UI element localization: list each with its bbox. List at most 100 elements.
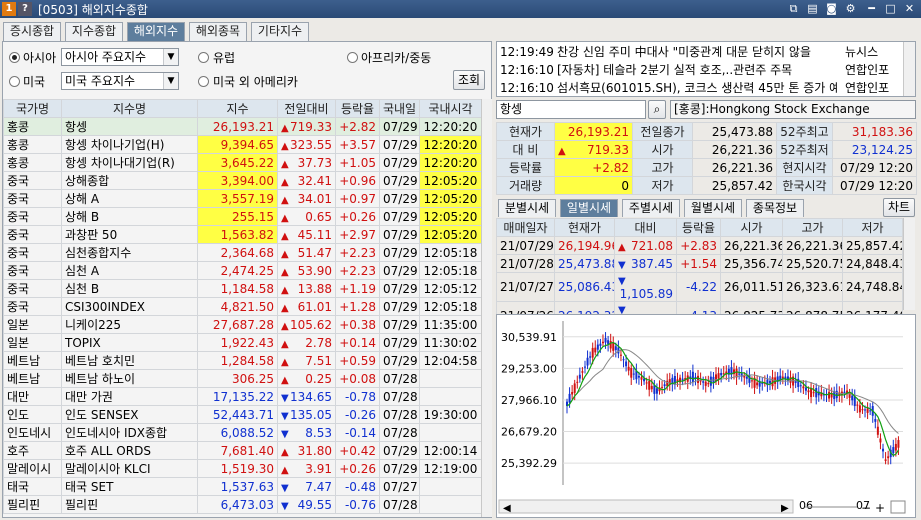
news-source: 연합인포 — [845, 63, 890, 77]
column-header[interactable]: 현재가 — [554, 218, 615, 237]
table-row[interactable]: 일본 TOPIX 1,922.43 ▲ 2.78 +0.14 07/29 11:30:02 — [3, 333, 482, 352]
table-row[interactable]: 대만 대만 가권 17,135.22 ▼ 134.65 -0.78 07/28 — [3, 387, 482, 406]
table-row[interactable]: 베트남 베트남 하노이 306.25 ▲ 0.25 +0.08 07/28 — [3, 369, 482, 388]
zoom-out-icon[interactable]: − — [861, 501, 871, 515]
table-row[interactable]: 호주 호주 ALL ORDS 7,681.40 ▲ 31.80 +0.42 07/29 12:… — [3, 441, 482, 460]
table-row[interactable]: 중국 상해종합 3,394.00 ▲ 32.41 +0.96 07/29 12:05:20 — [3, 171, 482, 190]
news-headline: [자동차] 테슬라 2분기 실적 호조,..관련주 주목 — [557, 63, 793, 77]
asia-combo[interactable]: 아시아 주요지수 ▼ — [61, 48, 179, 66]
table-row[interactable]: 인도네시 인도네시아 IDX종합 6,088.52 ▼ 8.53 -0.14 07/28 — [3, 423, 482, 442]
rate-cell: +3.57 — [335, 135, 380, 154]
table-row[interactable]: 인도 인도 SENSEX 52,443.71 ▼ 135.05 -0.26 07/28 19:… — [3, 405, 482, 424]
column-header[interactable]: 고가 — [782, 218, 843, 237]
asia-radio[interactable] — [9, 52, 20, 63]
table-row[interactable]: 중국 상해 B 255.15 ▲ 0.65 +0.26 07/29 12:05:20 — [3, 207, 482, 226]
country-cell: 호주 — [3, 441, 62, 460]
open-cell: 26,011.51 — [720, 272, 783, 302]
screenshot-icon[interactable]: ◙ — [824, 2, 839, 16]
chevron-down-icon[interactable]: ▼ — [163, 73, 178, 89]
americas-radio[interactable] — [198, 76, 209, 87]
close-icon[interactable]: ✕ — [902, 2, 917, 16]
chart-scrollbar[interactable] — [498, 499, 794, 514]
change-cell: ▼ 7.47 — [277, 477, 336, 496]
table-row[interactable]: 중국 상해 A 3,557.19 ▲ 34.01 +0.97 07/29 12:05:20 — [3, 189, 482, 208]
column-header[interactable]: 등락율 — [676, 218, 721, 237]
symbol-search-input[interactable]: 항셍 — [496, 100, 646, 119]
tab-daily[interactable]: 일별시세 — [560, 199, 618, 217]
table-row[interactable]: 필리핀 필리핀 6,473.03 ▼ 49.55 -0.76 07/28 — [3, 495, 482, 514]
table-row[interactable]: 중국 심천종합지수 2,364.68 ▲ 51.47 +2.23 07/29 12:05:18 — [3, 243, 482, 262]
tab-minute[interactable]: 분별시세 — [498, 199, 556, 217]
scroll-left-icon[interactable]: ◀ — [503, 503, 511, 514]
tab-index-summary[interactable]: 지수종합 — [65, 22, 123, 41]
column-header[interactable]: 지수명 — [61, 99, 198, 118]
country-cell: 일본 — [3, 315, 62, 334]
news-item[interactable]: 12:19:49 찬강 신임 주미 中대사 "미중관계 대문 닫히지 않을 뉴시스 — [497, 43, 903, 61]
tab-weekly[interactable]: 주별시세 — [622, 199, 680, 217]
minimize-icon[interactable]: ━ — [864, 2, 879, 16]
africa-radio[interactable] — [347, 52, 358, 63]
table-row[interactable]: 중국 심천 A 2,474.25 ▲ 53.90 +2.23 07/29 12:05:18 — [3, 261, 482, 280]
rate-cell: +0.42 — [335, 441, 380, 460]
us-combo[interactable]: 미국 주요지수 ▼ — [61, 72, 179, 90]
settings-icon[interactable]: ⚙ — [843, 2, 858, 16]
candle-body — [828, 391, 831, 399]
column-header[interactable]: 매매일자 — [496, 218, 555, 237]
tab-stock-info[interactable]: 종목정보 — [746, 199, 804, 217]
news-item[interactable]: 12:16:10 [자동차] 테슬라 2분기 실적 호조,..관련주 주목 연합인포 — [497, 61, 903, 79]
memo-icon[interactable]: ▤ — [805, 2, 820, 16]
column-header[interactable]: 저가 — [842, 218, 903, 237]
maximize-icon[interactable]: □ — [883, 2, 898, 16]
news-item[interactable]: 12:16:10 섬서흑묘(601015.SH), 코크스 생산력 45만 톤 증… — [497, 79, 903, 97]
tab-foreign-index[interactable]: 해외지수 — [127, 22, 185, 41]
us-radio[interactable] — [9, 76, 20, 87]
table-row[interactable]: 21/07/28 25,473.88 ▼ 387.45 +1.54 25,356.74 25… — [496, 254, 903, 273]
tab-market-summary[interactable]: 증시종합 — [3, 22, 61, 41]
tab-foreign-stock[interactable]: 해외종목 — [189, 22, 247, 41]
scroll-right-icon[interactable]: ▶ — [781, 503, 789, 514]
price-chart: 30,539.91 29,253.00 27,966.10 26,679.20 25,3… — [496, 314, 916, 518]
time-cell: 12:05:18 — [419, 297, 482, 316]
zoom-in-icon[interactable]: + — [875, 501, 885, 515]
change-value: 387.45 — [631, 256, 673, 271]
chevron-down-icon[interactable]: ▼ — [163, 49, 178, 65]
table-row[interactable]: 홍콩 항셍 26,193.21 ▲ 719.33 +2.82 07/29 12:20:20 — [3, 117, 482, 136]
column-header[interactable]: 국내시각 — [419, 99, 482, 118]
news-scrollbar[interactable] — [903, 42, 915, 96]
tab-monthly[interactable]: 월별시세 — [684, 199, 742, 217]
candle-body — [596, 344, 599, 350]
chart-button[interactable]: 차트 — [883, 198, 915, 217]
table-row[interactable]: 21/07/29 26,194.96 ▲ 721.08 +2.83 26,221.36 26… — [496, 236, 903, 255]
table-row[interactable]: 태국 태국 SET 1,537.63 ▼ 7.47 -0.48 07/27 — [3, 477, 482, 496]
column-header[interactable]: 국가명 — [3, 99, 62, 118]
time-cell: 12:20:20 — [419, 153, 482, 172]
search-icon[interactable]: ⌕ — [648, 100, 666, 119]
query-button[interactable]: 조회 — [453, 70, 485, 90]
exchange-label: [홍콩]:Hongkong Stock Exchange — [674, 102, 870, 116]
table-row[interactable]: 베트남 베트남 호치민 1,284.58 ▲ 7.51 +0.59 07/29 12:04:5… — [3, 351, 482, 370]
table-row[interactable]: 홍콩 항셍 차이나기업(H) 9,394.65 ▲ 323.55 +3.57 07/29 12… — [3, 135, 482, 154]
table-row[interactable]: 중국 심천 B 1,184.58 ▲ 13.88 +1.19 07/29 12:05:12 — [3, 279, 482, 298]
tab-other-index[interactable]: 기타지수 — [251, 22, 309, 41]
chart-mode-icon[interactable] — [890, 500, 906, 514]
table-row[interactable]: 홍콩 항셍 차이나대기업(R) 3,645.22 ▲ 37.73 +1.05 07/29 12… — [3, 153, 482, 172]
table-row[interactable]: 중국 CSI300INDEX 4,821.50 ▲ 61.01 +1.28 07/29 12:… — [3, 297, 482, 316]
table-row[interactable]: 21/07/27 25,086.43 ▼ 1,105.89 -4.22 26,011.51… — [496, 272, 903, 302]
daily-scrollbar[interactable] — [903, 218, 915, 310]
column-header[interactable]: 대비 — [614, 218, 677, 237]
column-header[interactable]: 시가 — [720, 218, 783, 237]
table-row[interactable]: 중국 과창판 50 1,563.82 ▲ 45.11 +2.97 07/29 12:05:20 — [3, 225, 482, 244]
help-icon[interactable]: ? — [18, 2, 32, 16]
column-header[interactable]: 등락율 — [335, 99, 380, 118]
index-table-scrollbar[interactable] — [481, 99, 492, 517]
column-header[interactable]: 지수 — [197, 99, 278, 118]
quote-detail-table: 현재가 26,193.21 전일종가 25,473.88 52주최고 31,183.36 … — [496, 122, 917, 195]
column-header[interactable]: 국내일 — [379, 99, 420, 118]
europe-radio[interactable] — [198, 52, 209, 63]
column-header[interactable]: 전일대비 — [277, 99, 336, 118]
code-badge[interactable]: 1 — [2, 2, 16, 16]
table-row[interactable]: 일본 니케이225 27,687.28 ▲ 105.62 +0.38 07/29 11:35:… — [3, 315, 482, 334]
table-row[interactable]: 말레이시 말레이시아 KLCI 1,519.30 ▲ 3.91 +0.26 07/29 12:… — [3, 459, 482, 478]
link-icon[interactable]: ⧉ — [786, 2, 801, 16]
index-value-cell: 26,193.21 — [197, 117, 278, 136]
